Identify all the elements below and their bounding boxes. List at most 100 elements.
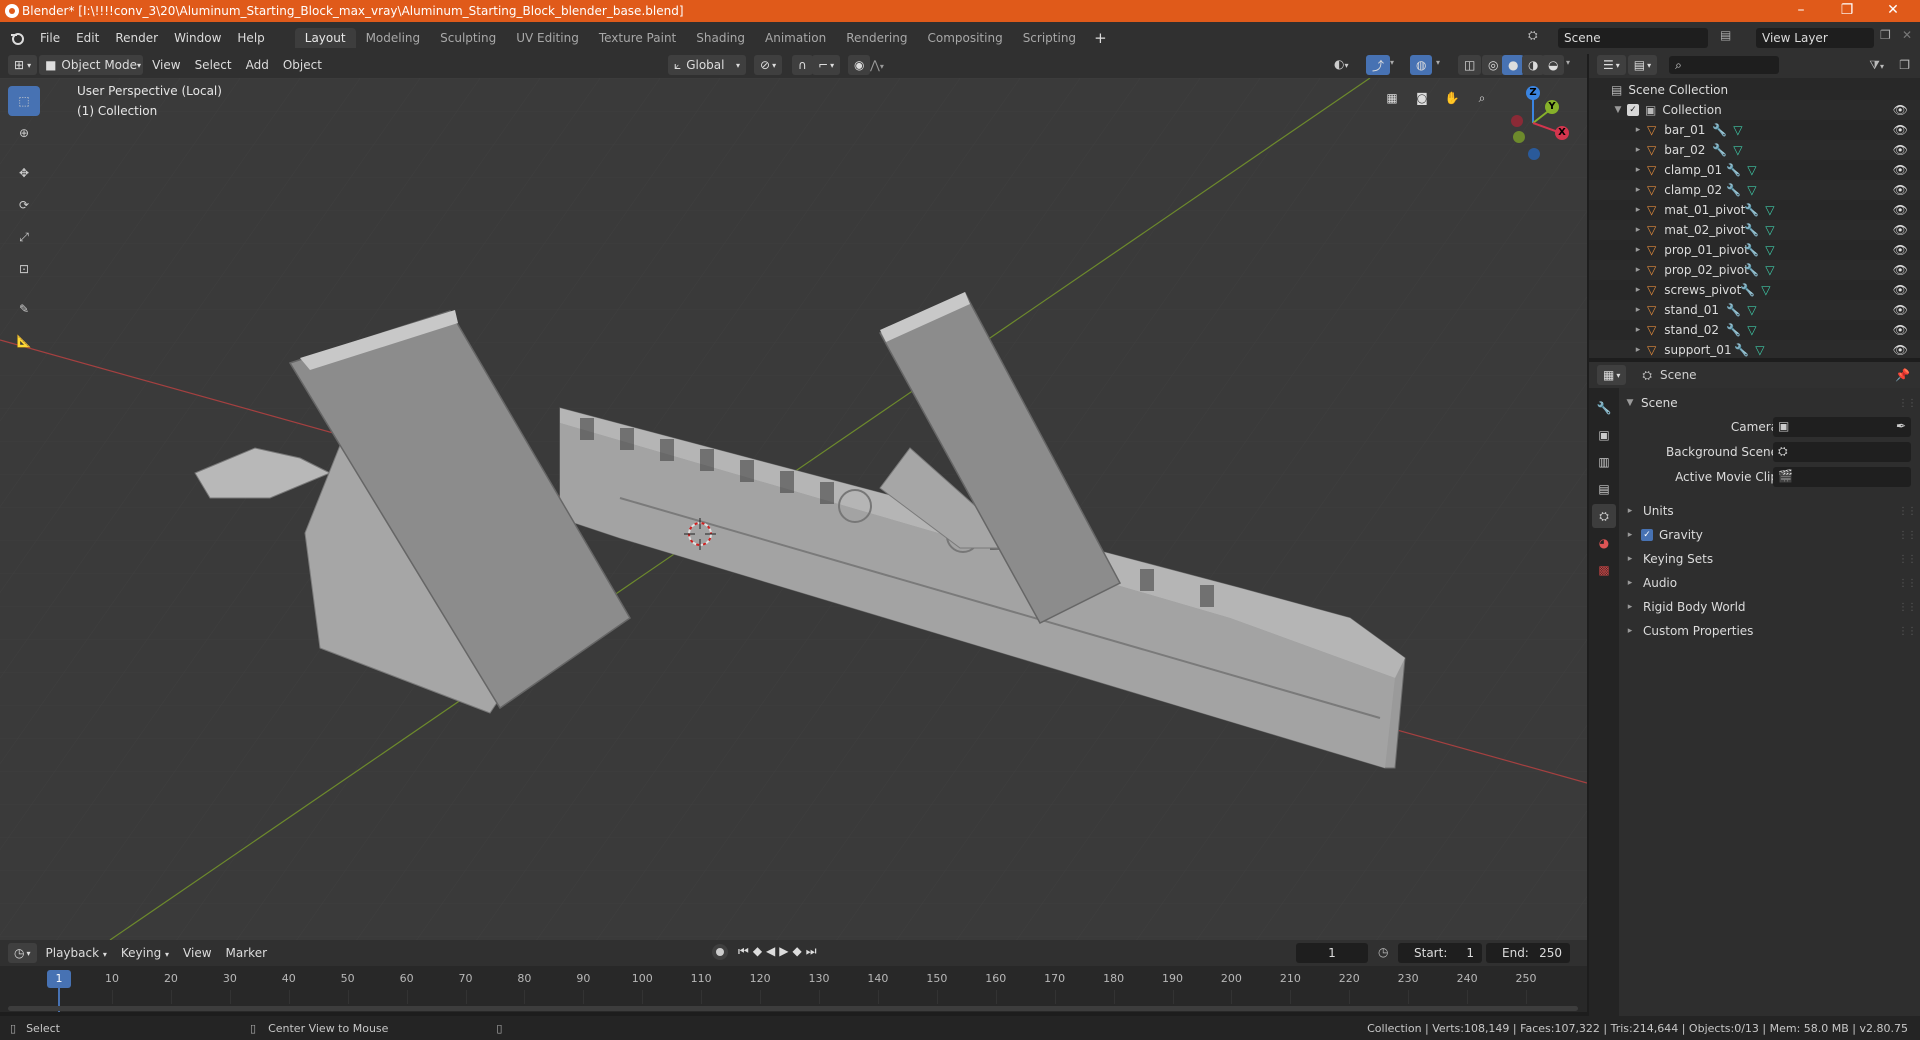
record-button[interactable] — [712, 944, 728, 960]
tab-output[interactable]: ▥ — [1592, 450, 1616, 474]
maximize-button[interactable]: ❐ — [1824, 0, 1870, 22]
mesh-data-icon[interactable]: ▽ — [1747, 183, 1756, 197]
mesh-data-icon[interactable]: ▽ — [1733, 143, 1742, 157]
visibility-eye-icon[interactable]: 👁 — [1893, 103, 1908, 117]
visibility-eye-icon[interactable]: 👁 — [1893, 163, 1908, 177]
expand-chevron-icon[interactable]: ▸ — [1631, 345, 1645, 355]
tab-rendering[interactable]: Rendering — [836, 28, 917, 48]
outliner-object-row[interactable]: ▸ ▽ clamp_02 🔧 ▽ 👁 — [1589, 180, 1920, 200]
collapse-chevron-icon[interactable]: ▼ — [1611, 105, 1625, 115]
modifier-wrench-icon[interactable]: 🔧 — [1744, 223, 1759, 237]
tab-uv-editing[interactable]: UV Editing — [506, 28, 589, 48]
gravity-checkbox[interactable]: ✓ — [1641, 529, 1653, 541]
section-gravity[interactable]: ▸ ✓ Gravity ⋮⋮ — [1619, 524, 1920, 546]
expand-chevron-icon[interactable]: ▸ — [1631, 145, 1645, 155]
menu-help[interactable]: Help — [229, 31, 272, 45]
camera-view-icon[interactable]: ◙ — [1410, 86, 1434, 110]
tab-world[interactable]: ◕ — [1592, 531, 1616, 555]
timeline-menu-view[interactable]: View — [176, 946, 218, 960]
editor-type-button[interactable]: ⊞ ▾ — [8, 55, 38, 75]
properties-editor-type[interactable]: ▦ ▾ — [1597, 365, 1627, 385]
section-audio[interactable]: ▸ Audio ⋮⋮ — [1619, 572, 1920, 594]
visibility-eye-icon[interactable]: 👁 — [1893, 223, 1908, 237]
drag-grip-icon[interactable]: ⋮⋮ — [1898, 578, 1917, 589]
expand-chevron-icon[interactable]: ▸ — [1631, 205, 1645, 215]
xray-toggle[interactable]: ◫ — [1458, 55, 1482, 75]
current-frame-field[interactable]: 1 — [1296, 943, 1368, 963]
outliner-object-row[interactable]: ▸ ▽ mat_01_pivot 🔧 ▽ 👁 — [1589, 200, 1920, 220]
modifier-wrench-icon[interactable]: 🔧 — [1726, 323, 1741, 337]
modifier-wrench-icon[interactable]: 🔧 — [1726, 183, 1741, 197]
zoom-icon[interactable]: ⌕ — [1470, 86, 1494, 110]
add-workspace-button[interactable]: + — [1086, 29, 1115, 47]
annotate-tool[interactable]: ✎ — [8, 294, 40, 324]
select-box-tool[interactable]: ⬚ — [8, 86, 40, 116]
modifier-wrench-icon[interactable]: 🔧 — [1726, 163, 1741, 177]
transform-orientation-dropdown[interactable]: ⟀ Global ▾ — [668, 55, 746, 75]
drag-grip-icon[interactable]: ⋮⋮ — [1898, 506, 1917, 517]
prev-keyframe-icon[interactable]: ◆ — [753, 944, 766, 958]
toggle-ortho-icon[interactable]: ▦ — [1380, 86, 1404, 110]
jump-start-icon[interactable]: ⏮ — [738, 944, 753, 958]
scene-field[interactable]: Scene — [1558, 28, 1708, 48]
timeline-scrollbar[interactable] — [8, 1006, 1578, 1011]
play-reverse-icon[interactable]: ◀ — [766, 944, 779, 958]
modifier-wrench-icon[interactable]: 🔧 — [1744, 243, 1759, 257]
drag-grip-icon[interactable]: ⋮⋮ — [1898, 602, 1917, 613]
viewport-menu-add[interactable]: Add — [239, 58, 276, 72]
tab-render[interactable]: ▣ — [1592, 423, 1616, 447]
outliner-collection[interactable]: ▼ ✓ ▣ Collection 👁 — [1589, 100, 1920, 120]
visibility-icon[interactable]: ◐▾ — [1334, 57, 1349, 71]
end-frame-field[interactable]: End: 250 — [1486, 943, 1570, 963]
falloff-icon[interactable]: ⋀▾ — [870, 58, 884, 72]
mode-dropdown[interactable]: ■ Object Mode ▾ — [39, 55, 144, 75]
mesh-data-icon[interactable]: ▽ — [1747, 303, 1756, 317]
gizmo-y-axis[interactable]: Y — [1545, 100, 1559, 114]
viewport-menu-view[interactable]: View — [145, 58, 187, 72]
modifier-wrench-icon[interactable]: 🔧 — [1712, 123, 1727, 137]
expand-chevron-icon[interactable]: ▸ — [1631, 165, 1645, 175]
outliner-object-row[interactable]: ▸ ▽ stand_02 🔧 ▽ 👁 — [1589, 320, 1920, 340]
outliner[interactable]: ▤ Scene Collection ▼ ✓ ▣ Collection 👁 ▸ ▽… — [1589, 78, 1920, 358]
tab-modeling[interactable]: Modeling — [356, 28, 431, 48]
menu-render[interactable]: Render — [107, 31, 166, 45]
modifier-wrench-icon[interactable]: 🔧 — [1734, 343, 1749, 357]
gizmo-dropdown[interactable]: ▾ — [1390, 58, 1394, 67]
view-layer-icon[interactable]: ▤ — [1720, 28, 1731, 42]
modifier-wrench-icon[interactable]: 🔧 — [1740, 283, 1755, 297]
visibility-eye-icon[interactable]: 👁 — [1893, 323, 1908, 337]
expand-chevron-icon[interactable]: ▸ — [1631, 325, 1645, 335]
section-units[interactable]: ▸ Units ⋮⋮ — [1619, 500, 1920, 522]
minimize-button[interactable]: – — [1778, 0, 1824, 22]
filter-icon[interactable]: ⧩▾ — [1869, 58, 1884, 73]
rotate-tool[interactable]: ⟳ — [8, 190, 40, 220]
pivot-point-button[interactable]: ⊘ ▾ — [754, 55, 783, 75]
timeline-menu-keying[interactable]: Keying ▾ — [114, 946, 176, 960]
jump-end-icon[interactable]: ⏭ — [806, 944, 821, 958]
mesh-data-icon[interactable]: ▽ — [1765, 223, 1774, 237]
blender-menu-icon[interactable] — [10, 31, 24, 45]
visibility-eye-icon[interactable]: 👁 — [1893, 263, 1908, 277]
scene-panel-header[interactable]: ▼ Scene ⋮⋮ — [1619, 392, 1920, 414]
cursor-tool[interactable]: ⊕ — [8, 118, 40, 148]
modifier-wrench-icon[interactable]: 🔧 — [1744, 263, 1759, 277]
tab-sculpting[interactable]: Sculpting — [430, 28, 506, 48]
outliner-object-row[interactable]: ▸ ▽ bar_01 🔧 ▽ 👁 — [1589, 120, 1920, 140]
visibility-eye-icon[interactable]: 👁 — [1893, 123, 1908, 137]
mesh-data-icon[interactable]: ▽ — [1765, 203, 1774, 217]
eyedropper-icon[interactable]: ✒ — [1896, 419, 1906, 433]
timeline-menu-marker[interactable]: Marker — [219, 946, 274, 960]
outliner-object-row[interactable]: ▸ ▽ stand_01 🔧 ▽ 👁 — [1589, 300, 1920, 320]
section-custom-properties[interactable]: ▸ Custom Properties ⋮⋮ — [1619, 620, 1920, 642]
tab-scripting[interactable]: Scripting — [1013, 28, 1086, 48]
display-mode-button[interactable]: ▤ ▾ — [1627, 55, 1658, 75]
camera-field[interactable]: ▣ ✒ — [1773, 417, 1911, 437]
scale-tool[interactable]: ⤢ — [8, 222, 40, 252]
expand-chevron-icon[interactable]: ▸ — [1631, 225, 1645, 235]
new-view-layer-icon[interactable]: ❐ — [1880, 28, 1891, 42]
section-keying-sets[interactable]: ▸ Keying Sets ⋮⋮ — [1619, 548, 1920, 570]
move-tool[interactable]: ✥ — [8, 158, 40, 188]
mesh-data-icon[interactable]: ▽ — [1765, 263, 1774, 277]
modifier-wrench-icon[interactable]: 🔧 — [1726, 303, 1741, 317]
mesh-data-icon[interactable]: ▽ — [1747, 323, 1756, 337]
